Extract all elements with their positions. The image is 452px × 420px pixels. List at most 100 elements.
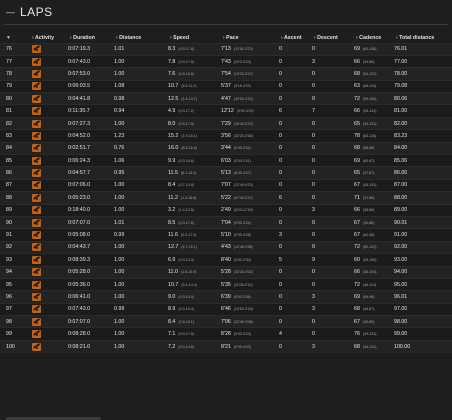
activity-cell[interactable] xyxy=(30,265,68,279)
strava-activity-icon[interactable] xyxy=(32,107,41,116)
table-row[interactable]: 86 0:04:57.7 0.95 11.5 (8.1-13.0) 5'13 (8'43-4… xyxy=(0,166,452,180)
activity-cell[interactable] xyxy=(30,339,68,353)
duration-cell: 0:18:40.0 xyxy=(68,203,114,217)
column-header-ascent[interactable]: › Ascent xyxy=(279,33,312,43)
table-row[interactable]: 77 0:07:43.0 1.00 7.8 (3.0-17.9) 7'43 (20'0-3'… xyxy=(0,54,452,68)
activity-cell[interactable] xyxy=(30,178,68,192)
strava-activity-icon[interactable] xyxy=(32,57,41,66)
table-row[interactable]: 89 0:18:40.0 1.00 3.2 (1.4-13.5) 2'49 (8'20-12… xyxy=(0,203,452,217)
strava-activity-icon[interactable] xyxy=(32,169,41,178)
strava-activity-icon[interactable] xyxy=(32,268,41,277)
speed-value: 16.0 xyxy=(168,145,179,152)
table-row[interactable]: 82 0:07:27.3 1.00 8.0 (3.5-17.9) 7'29 (16'40-3… xyxy=(0,116,452,130)
activity-cell[interactable] xyxy=(30,54,68,68)
table-row[interactable]: 100 0:08:21.0 1.00 7.2 (0.0-14.6) 8'21 (0'00-4… xyxy=(0,339,452,353)
strava-activity-icon[interactable] xyxy=(32,218,41,227)
descent-cell: 0 xyxy=(312,42,354,56)
strava-activity-icon[interactable] xyxy=(32,280,41,289)
table-row[interactable]: 91 0:05:08.0 0.99 11.6 (0.0-17.3) 5'10 (0'00-3… xyxy=(0,228,452,242)
table-row[interactable]: 95 0:05:36.0 1.00 10.7 (5.4-14.4) 5'35 (11'08-… xyxy=(0,277,452,291)
strava-activity-icon[interactable] xyxy=(32,305,41,314)
strava-activity-icon[interactable] xyxy=(32,293,41,301)
activity-cell[interactable] xyxy=(30,153,68,167)
strava-activity-icon[interactable] xyxy=(32,206,41,215)
strava-activity-icon[interactable] xyxy=(32,330,41,339)
activity-cell[interactable] xyxy=(30,203,68,217)
strava-activity-icon[interactable] xyxy=(32,45,41,54)
cadence-value: 69 xyxy=(354,157,360,164)
strava-activity-icon[interactable] xyxy=(32,94,41,103)
panel-header[interactable]: — LAPS xyxy=(0,0,452,24)
pace-range: (16'40-3'22) xyxy=(233,121,253,126)
column-header-duration[interactable]: › Duration xyxy=(68,33,114,43)
table-row[interactable]: 96 0:06:41.0 1.00 9.0 (0.0-15.9) 6'39 (0'00-3'… xyxy=(0,290,452,304)
cadence-range: (31-88) xyxy=(362,195,375,200)
activity-cell[interactable] xyxy=(30,104,68,118)
table-row[interactable]: 84 0:02:51.7 0.76 16.0 (8.8-16.8) 3'44 (6'49-3… xyxy=(0,141,452,155)
strava-activity-icon[interactable] xyxy=(32,69,41,78)
column-header-total-distance[interactable]: › Total distance xyxy=(394,33,452,43)
column-header-activity[interactable]: › Activity xyxy=(30,33,68,43)
activity-cell[interactable] xyxy=(30,302,68,316)
strava-activity-icon[interactable] xyxy=(32,131,41,140)
table-row[interactable]: 80 0:04:41.8 0.98 12.5 (1.8-13.7) 4'47 (33'20-… xyxy=(0,92,452,105)
activity-cell[interactable] xyxy=(30,116,68,130)
strava-activity-icon[interactable] xyxy=(32,231,41,240)
activity-cell[interactable] xyxy=(30,42,68,56)
activity-cell[interactable] xyxy=(30,327,68,341)
pace-value: 5'37 xyxy=(221,83,231,90)
strava-activity-icon[interactable] xyxy=(32,119,41,128)
activity-cell[interactable] xyxy=(30,166,68,180)
table-row[interactable]: 99 0:08:28.0 1.00 7.1 (0.0-17.9) 8'28 (0'00-3'… xyxy=(0,327,452,341)
activity-cell[interactable] xyxy=(30,79,68,93)
activity-cell[interactable] xyxy=(30,129,68,143)
table-row[interactable]: 97 0:07:43.0 0.99 8.9 (4.3-16.4) 6'46 (13'53-3… xyxy=(0,302,452,316)
activity-cell[interactable] xyxy=(30,67,68,81)
pace-cell: 5'10 (0'00-3'28) xyxy=(221,228,279,242)
lap-number: 76 xyxy=(0,42,30,56)
table-row[interactable]: 81 0:11:30.7 0.94 4.9 (0.0-17.2) 12'12 (0'00-3… xyxy=(0,104,452,118)
strava-activity-icon[interactable] xyxy=(32,193,41,202)
strava-activity-icon[interactable] xyxy=(32,342,41,351)
activity-cell[interactable] xyxy=(30,240,68,254)
table-row[interactable]: 78 0:07:53.0 1.00 7.6 (4.5-16.6) 7'54 (13'33-3… xyxy=(0,67,452,81)
distance-cell: 1.00 xyxy=(114,67,168,81)
activity-cell[interactable] xyxy=(30,277,68,291)
activity-cell[interactable] xyxy=(30,228,68,242)
strava-activity-icon[interactable] xyxy=(32,181,41,190)
activity-cell[interactable] xyxy=(30,315,68,328)
activity-cell[interactable] xyxy=(30,215,68,229)
table-row[interactable]: 76 0:07:19.3 1.01 8.3 (4.5-17.8) 7'13 (13'52-3… xyxy=(0,42,452,56)
table-row[interactable]: 85 0:06:24.3 1.06 9.9 (0.0-18.6) 6'03 (0'00-3'… xyxy=(0,153,452,167)
activity-cell[interactable] xyxy=(30,253,68,267)
strava-activity-icon[interactable] xyxy=(32,243,41,252)
activity-cell[interactable] xyxy=(30,290,68,304)
activity-cell[interactable] xyxy=(30,92,68,105)
pace-cell: 8'28 (0'00-3'24) xyxy=(221,327,279,341)
table-row[interactable]: 87 0:07:06.0 1.00 8.4 (4.7-14.8) 7'07 (12'49-4… xyxy=(0,178,452,192)
table-row[interactable]: 94 0:05:28.0 1.00 11.0 (1.8-14.9) 5'28 (33'20-… xyxy=(0,265,452,279)
strava-activity-icon[interactable] xyxy=(32,156,41,165)
column-header-pace[interactable]: › Pace xyxy=(221,33,279,43)
table-row[interactable]: 79 0:06:03.5 1.08 10.7 (6.5-11.2) 5'37 (9'15-4… xyxy=(0,79,452,93)
column-header-lap[interactable]: ▼ xyxy=(0,33,30,43)
column-header-cadence[interactable]: › Cadence xyxy=(354,33,394,43)
table-row[interactable]: 88 0:05:23.0 1.00 11.2 (1.4-16.8) 5'22 (47'40-… xyxy=(0,191,452,205)
chevron-down-icon[interactable]: — xyxy=(6,7,16,17)
table-row[interactable]: 93 0:08:39.3 1.00 6.9 (0.0-13.3) 8'40 (0'00-4'… xyxy=(0,253,452,267)
pace-range: (33'20-4'22) xyxy=(233,96,253,101)
strava-activity-icon[interactable] xyxy=(32,82,41,91)
column-header-distance[interactable]: › Distance xyxy=(114,33,168,43)
column-header-descent[interactable]: › Descent xyxy=(312,33,354,43)
table-row[interactable]: 92 0:04:43.7 1.00 12.7 (4.7-15.1) 4'43 (12'48-… xyxy=(0,240,452,254)
table-row[interactable]: 98 0:07:07.0 1.00 8.4 (2.8-19.1) 7'06 (22'49-3… xyxy=(0,315,452,328)
strava-activity-icon[interactable] xyxy=(32,255,41,264)
strava-activity-icon[interactable] xyxy=(32,144,41,153)
strava-activity-icon[interactable] xyxy=(32,317,41,326)
column-header-speed[interactable]: › Speed xyxy=(168,33,221,43)
table-row[interactable]: 83 0:04:52.0 1.23 15.2 (1.9-15.1) 3'56 (32'20-… xyxy=(0,129,452,143)
activity-cell[interactable] xyxy=(30,191,68,205)
activity-cell[interactable] xyxy=(30,141,68,155)
table-row[interactable]: 90 0:07:07.0 1.01 8.5 (0.0-17.6) 7'04 (0'00-3'… xyxy=(0,215,452,229)
pace-range: (0'00-3'28) xyxy=(233,233,251,238)
